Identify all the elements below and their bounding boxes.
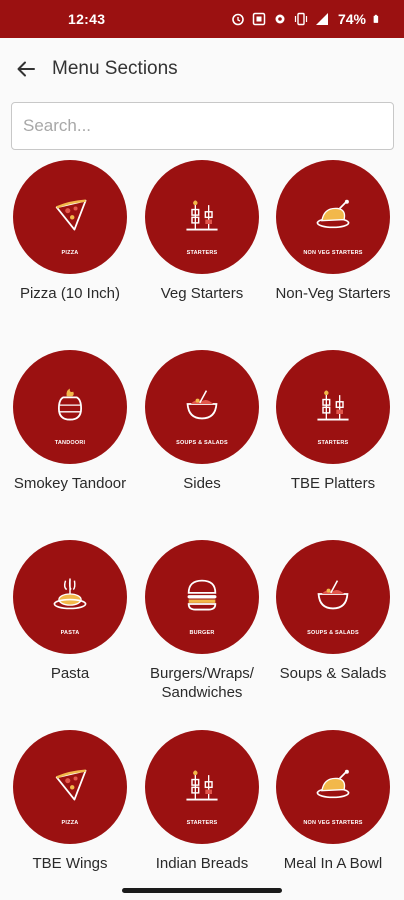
section-thumbnail: SOUPS & SALADS [145,350,259,464]
section-thumbnail-caption: SOUPS & SALADS [176,440,228,446]
section-tile[interactable]: SOUPS & SALADS Sides [135,350,269,493]
section-thumbnail-caption: STARTERS [186,820,218,826]
skewers-icon [186,200,218,231]
pasta-icon [53,578,87,610]
section-label: TBE Platters [290,475,376,492]
section-label: Soups & Salads [279,665,387,682]
back-button[interactable] [6,49,46,89]
arrow-back-icon [17,61,35,77]
section-thumbnail: PASTA [13,540,127,654]
section-label: Indian Breads [155,855,249,872]
battery-percent: 74% [337,11,366,27]
section-label: Meal In A Bowl [283,855,383,872]
section-thumbnail: BURGER [145,540,259,654]
signal-icon [315,13,328,25]
section-label: Non-Veg Starters [275,285,391,302]
section-label: Veg Starters [160,285,244,302]
search-box [11,102,394,150]
section-thumbnail-caption: PIZZA [61,250,79,256]
section-tile[interactable]: STARTERS TBE Platters [266,350,400,493]
section-tile[interactable]: TANDOORI Smokey Tandoor [3,350,137,493]
section-thumbnail-caption: NON VEG STARTERS [303,820,363,826]
status-icons: 74% [231,11,382,27]
section-thumbnail: SOUPS & SALADS [276,540,390,654]
section-tile[interactable]: NON VEG STARTERS Non-Veg Starters [266,160,400,303]
section-thumbnail: STARTERS [145,730,259,844]
search-input[interactable] [11,102,394,150]
section-label: Smokey Tandoor [13,475,127,492]
pizza-icon [55,199,87,231]
section-thumbnail-caption: PIZZA [61,820,79,826]
chicken-icon [316,769,350,799]
bowl-icon [317,580,349,610]
section-tile[interactable]: NON VEG STARTERS Meal In A Bowl [266,730,400,873]
section-thumbnail-caption: STARTERS [186,250,218,256]
section-tile[interactable]: STARTERS Indian Breads [135,730,269,873]
skewers-icon [317,390,349,421]
section-thumbnail: TANDOORI [13,350,127,464]
app-bar: Menu Sections [0,38,404,100]
section-thumbnail-caption: TANDOORI [54,440,86,446]
alarm-icon [232,13,244,26]
section-tile[interactable]: BURGER Burgers/Wraps/ Sandwiches [135,540,269,702]
settings-icon [275,14,285,24]
section-thumbnail-caption: PASTA [60,630,80,636]
section-thumbnail: STARTERS [145,160,259,274]
section-thumbnail: NON VEG STARTERS [276,160,390,274]
vibrate-icon [294,12,308,26]
section-thumbnail-caption: BURGER [189,630,215,636]
section-thumbnail: PIZZA [13,160,127,274]
section-label: Sides [183,475,221,492]
chicken-icon [316,199,350,229]
status-time: 12:43 [68,11,106,27]
section-label: Pizza (10 Inch) [19,285,121,302]
section-tile[interactable]: PIZZA Pizza (10 Inch) [3,160,137,303]
nfc-icon [252,12,266,26]
gesture-handle[interactable] [122,888,282,893]
section-thumbnail-caption: STARTERS [317,440,349,446]
skewers-icon [186,770,218,801]
section-thumbnail: STARTERS [276,350,390,464]
section-thumbnail: PIZZA [13,730,127,844]
section-tile[interactable]: STARTERS Veg Starters [135,160,269,303]
navigation-bar [0,882,404,900]
section-thumbnail: NON VEG STARTERS [276,730,390,844]
burger-icon [187,579,217,611]
bowl-icon [186,390,218,420]
section-label: Burgers/Wraps/ Sandwiches [150,665,254,701]
section-tile[interactable]: PASTA Pasta [3,540,137,683]
section-tile[interactable]: PIZZA TBE Wings [3,730,137,873]
section-thumbnail-caption: NON VEG STARTERS [303,250,363,256]
tandoor-icon [57,388,83,421]
battery-icon [373,14,379,23]
pizza-icon [55,769,87,801]
section-tile[interactable]: SOUPS & SALADS Soups & Salads [266,540,400,683]
status-bar: 12:43 74% [0,0,404,38]
page-title: Menu Sections [52,58,178,79]
section-label: TBE Wings [32,855,108,872]
section-thumbnail-caption: SOUPS & SALADS [307,630,359,636]
section-label: Pasta [50,665,90,682]
